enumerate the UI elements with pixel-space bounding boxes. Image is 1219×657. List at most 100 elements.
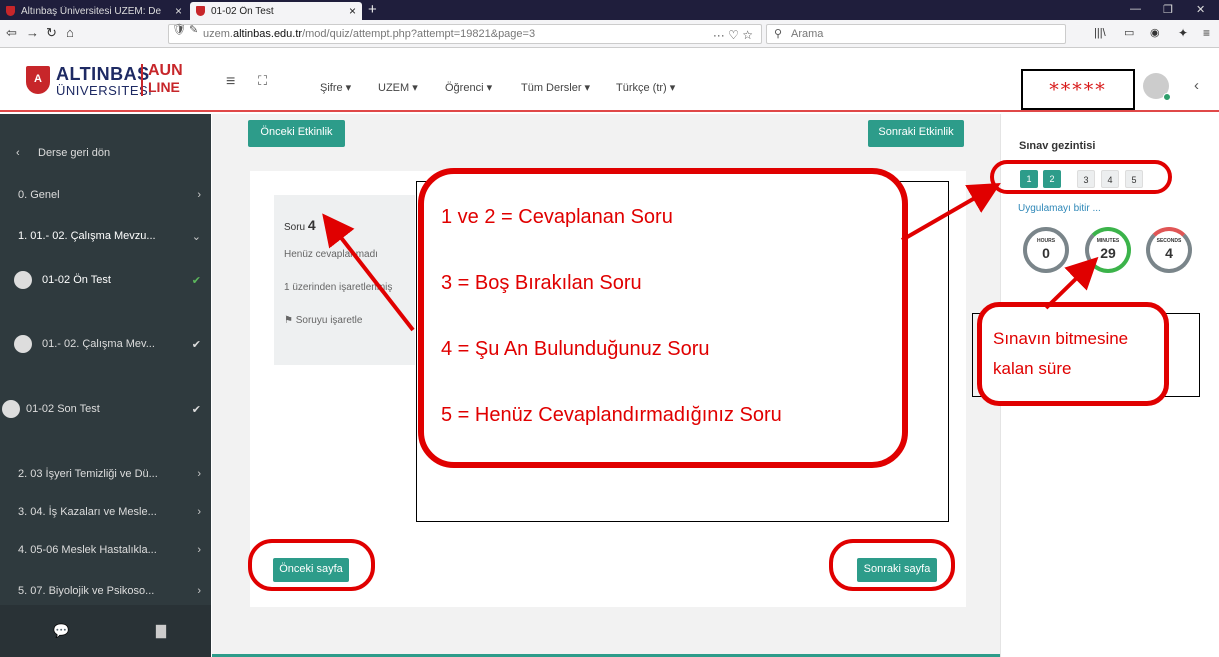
browser-nav-bar: ⇦ → ↻ ⌂ uzem.altinbas.edu.tr/mod/quiz/at… [0,20,1219,48]
menu-sifre[interactable]: Şifre ▾ [320,81,351,94]
sidebar-item-label: 5. 07. Biyolojik ve Psikoso... [18,585,155,597]
finish-attempt-link[interactable]: Uygulamayı bitir ... [1018,203,1101,214]
time-note-line-2: kalan süre [993,359,1072,378]
menu-language[interactable]: Türkçe (tr) ▾ [616,81,675,94]
highlight-quiz-nav [990,160,1172,194]
search-input[interactable]: ⚲ Arama [766,24,1066,44]
url-prefix: uzem. [203,28,233,40]
flag-icon: ⚑ [284,315,293,326]
chevron-right-icon: › [197,506,201,518]
minimize-icon[interactable]: — [1130,3,1141,15]
reload-icon[interactable]: ↻ [46,26,57,40]
logo-divider [141,64,143,96]
check-icon: ✔ [191,339,201,351]
question-number: 4 [307,217,316,233]
shield-icon [196,6,205,16]
browser-tab-bar: Altınbaş Üniversitesi UZEM: De × 01-02 Ö… [0,0,1219,20]
site-header: A ALTINBAS ÜNIVERSITESI AUN LINE ≡ ⛶ Şif… [0,49,1219,112]
timer-seconds-value: 4 [1165,245,1173,261]
window-close-icon[interactable]: ✕ [1196,3,1205,16]
timer-seconds-label: SECONDS [1156,238,1182,244]
timer-hours-value: 0 [1042,245,1050,261]
sidebar-item-label: 2. 03 İşyeri Temizliği ve Dü... [18,468,158,480]
address-bar[interactable]: uzem.altinbas.edu.tr/mod/quiz/attempt.ph… [168,24,762,44]
chevron-right-icon: › [197,468,201,480]
account-icon[interactable]: ◉ [1150,26,1160,40]
fullscreen-icon[interactable]: ⛶ [258,73,267,89]
question-info-box: Soru 4 Henüz cevaplanmadı 1 üzerinden iş… [274,195,415,365]
restore-icon[interactable]: ❐ [1163,3,1173,16]
timer-minutes-label: MINUTES [1096,238,1120,244]
sidebar-item-label: 01-02 Ön Test [42,274,111,286]
extensions-icon[interactable]: ✦ [1178,26,1188,40]
search-placeholder: Arama [791,28,824,40]
logo-text-universitesi: ÜNIVERSITESI [56,83,153,98]
chevron-left-icon: ‹ [16,147,20,159]
question-word: Soru [284,222,306,233]
online-status-dot [1163,93,1171,101]
logo-aun: AUN [148,62,183,79]
chevron-right-icon: › [197,544,201,556]
menu-icon[interactable]: ≡ [1203,26,1210,40]
library-icon[interactable]: |||\ [1094,26,1106,40]
new-tab-button[interactable]: + [368,1,377,18]
timer-hours-label: HOURS [1036,238,1056,244]
check-icon: ✔ [191,275,201,287]
url-path: /mod/quiz/attempt.php?attempt=19821&page… [302,28,536,40]
flag-question[interactable]: ⚑ Soruyu işaretle [284,315,362,326]
legend-line-1: 1 ve 2 = Cevaplanan Soru [441,206,673,228]
time-note-line-1: Sınavın bitmesine [993,329,1129,348]
sidebar-footer: 💬 ▇ [0,605,211,657]
tab-title: 01-02 Ön Test [211,5,274,17]
shield-lock-icon: 🛡 ✎ [172,24,199,36]
chevron-left-icon[interactable]: ‹ [1194,77,1199,94]
highlight-prev-page [248,539,375,591]
browser-tab-uzem[interactable]: Altınbaş Üniversitesi UZEM: De × [0,2,188,20]
legend-callout: 1 ve 2 = Cevaplanan Soru 3 = Boş Bırakıl… [418,168,908,468]
chat-icon[interactable]: 💬 [53,623,69,639]
quiz-icon [14,271,32,289]
forward-arrow-icon[interactable]: → [26,26,39,40]
masked-username: ***** [1021,69,1135,110]
sidebar-item-label: 01.- 02. Çalışma Mev... [42,338,155,350]
sidebar-item-label: 3. 04. İş Kazaları ve Mesle... [18,506,157,518]
close-icon[interactable]: × [349,4,356,18]
time-remaining-note: Sınavın bitmesine kalan süre [977,302,1169,406]
menu-ogrenci[interactable]: Öğrenci ▾ [445,81,492,94]
document-icon[interactable]: ▇ [156,623,166,639]
quiz-icon [2,400,20,418]
check-icon: ✔ [191,404,201,416]
browser-tab-quiz[interactable]: 01-02 Ön Test × [190,2,362,20]
question-status: Henüz cevaplanmadı [284,249,378,260]
menu-uzem[interactable]: UZEM ▾ [378,81,418,94]
next-activity-button[interactable]: Sonraki Etkinlik [868,120,964,147]
logo-line: LINE [148,79,180,95]
logo-text-altinbas: ALTINBAS [56,64,150,84]
home-icon[interactable]: ⌂ [66,26,74,40]
shield-icon [6,6,15,16]
chevron-down-icon: ⌄ [191,231,201,243]
sidebar-back-label: Derse geri dön [38,147,111,159]
menu-tum-dersler[interactable]: Tüm Dersler ▾ [521,81,590,94]
previous-activity-button[interactable]: Önceki Etkinlik [248,120,345,147]
hamburger-icon[interactable]: ≡ [226,73,235,91]
question-marks: 1 üzerinden işaretlenmiş [284,282,393,293]
legend-line-2: 3 = Boş Bırakılan Soru [441,272,642,294]
question-label: Soru 4 [284,217,316,233]
course-sidebar: ‹ Derse geri dön 0. Genel › 1. 01.- 02. … [0,114,211,657]
page-actions-icons[interactable]: ··· ♡ ☆ [713,26,753,43]
chevron-right-icon: › [197,585,201,597]
timer-seconds: SECONDS 4 [1146,227,1192,273]
timer-minutes: MINUTES 29 [1085,227,1131,273]
timer-minutes-value: 29 [1100,245,1116,261]
sidebar-icon[interactable]: ▭ [1124,26,1134,40]
university-logo-shield[interactable]: A [26,66,50,94]
legend-line-3: 4 = Şu An Bulunduğunuz Soru [441,338,710,360]
tab-title: Altınbaş Üniversitesi UZEM: De [21,5,162,17]
quiz-nav-title: Sınav gezintisi [1019,140,1096,152]
back-arrow-icon[interactable]: ⇦ [6,26,17,40]
more-icon[interactable]: ··· [713,28,725,42]
flag-question-label: Soruyu işaretle [295,315,363,326]
close-icon[interactable]: × [175,4,182,18]
timer-hours: HOURS 0 [1023,227,1069,273]
